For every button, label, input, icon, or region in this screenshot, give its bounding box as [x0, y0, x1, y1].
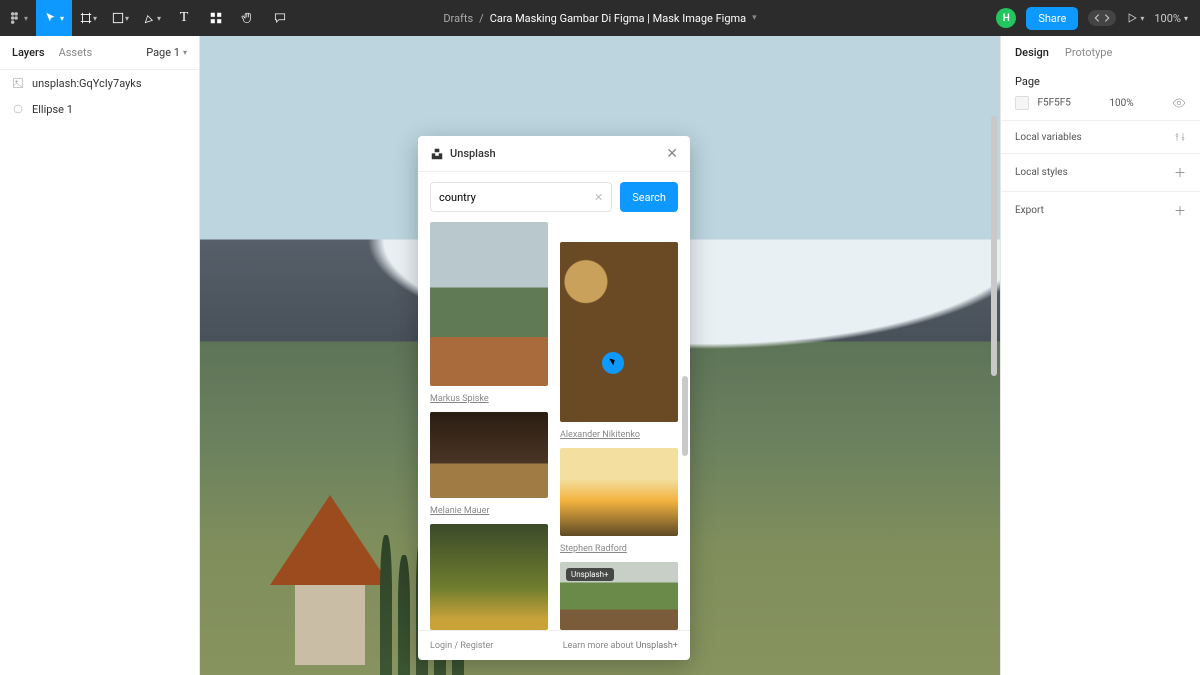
shape-tool-button[interactable]: ▾	[104, 0, 136, 36]
figma-menu-button[interactable]: ▾	[0, 0, 36, 36]
chevron-down-icon[interactable]: ▾	[752, 13, 757, 23]
login-link[interactable]: Login / Register	[430, 641, 493, 651]
breadcrumb-drafts[interactable]: Drafts	[443, 12, 473, 25]
plugin-title: Unsplash	[450, 147, 496, 160]
text-tool-button[interactable]: T	[168, 0, 200, 36]
dev-mode-toggle[interactable]	[1088, 10, 1116, 26]
photo-credit[interactable]: Melanie Mauer	[430, 506, 548, 516]
tab-design[interactable]: Design	[1015, 46, 1049, 59]
photo-credit[interactable]: Stephen Radford	[560, 544, 678, 554]
cursor-icon	[44, 11, 58, 25]
figma-logo-icon	[8, 11, 22, 25]
resources-icon	[209, 11, 223, 25]
breadcrumb[interactable]: Drafts / Cara Masking Gambar Di Figma | …	[443, 12, 756, 25]
canvas-decor-tower	[270, 495, 390, 665]
result-thumb[interactable]	[560, 242, 678, 422]
pen-icon	[143, 11, 157, 25]
results-column-left: Markus Spiske Melanie Mauer	[430, 222, 548, 630]
chevron-down-icon: ▾	[125, 14, 129, 23]
results-column-right: Alexander Nikitenko Stephen Radford Unsp…	[560, 222, 678, 630]
right-panel: Design Prototype Page F5F5F5 100% Local …	[1000, 36, 1200, 675]
plus-icon[interactable]: ＋	[1174, 164, 1186, 181]
export-label[interactable]: Export	[1015, 205, 1044, 216]
tab-assets[interactable]: Assets	[59, 46, 93, 59]
photo-credit[interactable]: Markus Spiske	[430, 394, 548, 404]
tab-prototype[interactable]: Prototype	[1065, 46, 1112, 59]
plugin-results[interactable]: Markus Spiske Melanie Mauer Alexander Ni…	[418, 222, 690, 630]
frame-icon	[79, 11, 93, 25]
move-tool-button[interactable]: ▾	[36, 0, 72, 36]
left-panel: Layers Assets Page 1 ▾ unsplash:GqYcIy7a…	[0, 36, 200, 675]
local-styles-label[interactable]: Local styles	[1015, 167, 1068, 178]
chevron-down-icon: ▾	[24, 14, 28, 23]
search-input[interactable]	[439, 191, 594, 204]
plus-icon[interactable]: ＋	[1174, 202, 1186, 219]
local-variables-label[interactable]: Local variables	[1015, 132, 1082, 143]
chevron-down-icon: ▾	[157, 14, 161, 23]
search-input-wrap[interactable]: ✕	[430, 182, 612, 212]
color-swatch[interactable]	[1015, 96, 1029, 110]
unsplash-plus-badge: Unsplash+	[566, 568, 614, 581]
photo-credit[interactable]: Alexander Nikitenko	[560, 430, 678, 440]
page-bg-hex[interactable]: F5F5F5	[1037, 98, 1070, 109]
result-thumb[interactable]: Unsplash+	[560, 562, 678, 630]
page-label: Page 1	[146, 46, 180, 59]
avatar[interactable]: H	[996, 8, 1016, 28]
page-selector[interactable]: Page 1 ▾	[146, 46, 187, 59]
breadcrumb-separator: /	[479, 12, 484, 25]
chevron-down-icon: ▾	[1184, 14, 1188, 23]
zoom-control[interactable]: 100% ▾	[1154, 12, 1188, 25]
search-button[interactable]: Search	[620, 182, 678, 212]
top-toolbar: ▾ ▾ ▾ ▾ ▾ T Drafts / Cara Masking Gambar…	[0, 0, 1200, 36]
layer-row-ellipse[interactable]: Ellipse 1	[0, 96, 199, 122]
chevron-down-icon: ▾	[60, 14, 64, 23]
settings-icon[interactable]	[1174, 131, 1186, 143]
unsplash-plugin-window: Unsplash ✕ ✕ Search Markus Spiske Melani…	[418, 136, 690, 660]
plugin-footer: Login / Register Learn more about Unspla…	[418, 630, 690, 660]
result-thumb[interactable]	[430, 412, 548, 499]
page-bg-opacity[interactable]: 100%	[1109, 98, 1133, 109]
share-button[interactable]: Share	[1026, 7, 1078, 30]
zoom-value: 100%	[1154, 12, 1181, 25]
cursor-indicator-icon	[602, 352, 624, 374]
layer-row-image[interactable]: unsplash:GqYcIy7ayks	[0, 70, 199, 96]
chevron-down-icon: ▾	[183, 48, 187, 57]
result-thumb[interactable]	[560, 448, 678, 536]
unsplash-icon	[430, 147, 444, 161]
result-thumb[interactable]	[430, 222, 548, 386]
page-bg-swatch-row[interactable]: F5F5F5	[1015, 96, 1071, 110]
page-section-label: Page	[1015, 75, 1186, 88]
layer-name: Ellipse 1	[32, 103, 73, 116]
devmode-icon	[1094, 13, 1110, 23]
visibility-icon[interactable]	[1172, 96, 1186, 110]
comment-tool-button[interactable]	[264, 0, 296, 36]
hand-tool-button[interactable]	[232, 0, 264, 36]
avatar-letter: H	[1003, 13, 1010, 24]
text-icon: T	[180, 10, 189, 26]
comment-icon	[273, 11, 287, 25]
clear-icon[interactable]: ✕	[594, 191, 603, 204]
image-icon	[12, 77, 24, 89]
ellipse-icon	[12, 103, 24, 115]
present-button[interactable]: ▾	[1126, 0, 1144, 36]
learn-more[interactable]: Learn more about Unsplash+	[563, 641, 678, 651]
rectangle-icon	[111, 11, 125, 25]
chevron-down-icon: ▾	[93, 14, 97, 23]
plugin-scrollbar[interactable]	[682, 226, 688, 626]
frame-tool-button[interactable]: ▾	[72, 0, 104, 36]
resources-button[interactable]	[200, 0, 232, 36]
hand-icon	[241, 11, 255, 25]
layer-name: unsplash:GqYcIy7ayks	[32, 77, 142, 90]
close-icon[interactable]: ✕	[666, 146, 678, 162]
plugin-titlebar[interactable]: Unsplash ✕	[418, 136, 690, 172]
file-title[interactable]: Cara Masking Gambar Di Figma | Mask Imag…	[490, 12, 746, 25]
play-icon	[1126, 12, 1138, 24]
pen-tool-button[interactable]: ▾	[136, 0, 168, 36]
chevron-down-icon: ▾	[1140, 14, 1144, 23]
canvas-scrollbar[interactable]	[986, 36, 1000, 675]
result-thumb[interactable]	[430, 524, 548, 630]
tab-layers[interactable]: Layers	[12, 46, 45, 59]
